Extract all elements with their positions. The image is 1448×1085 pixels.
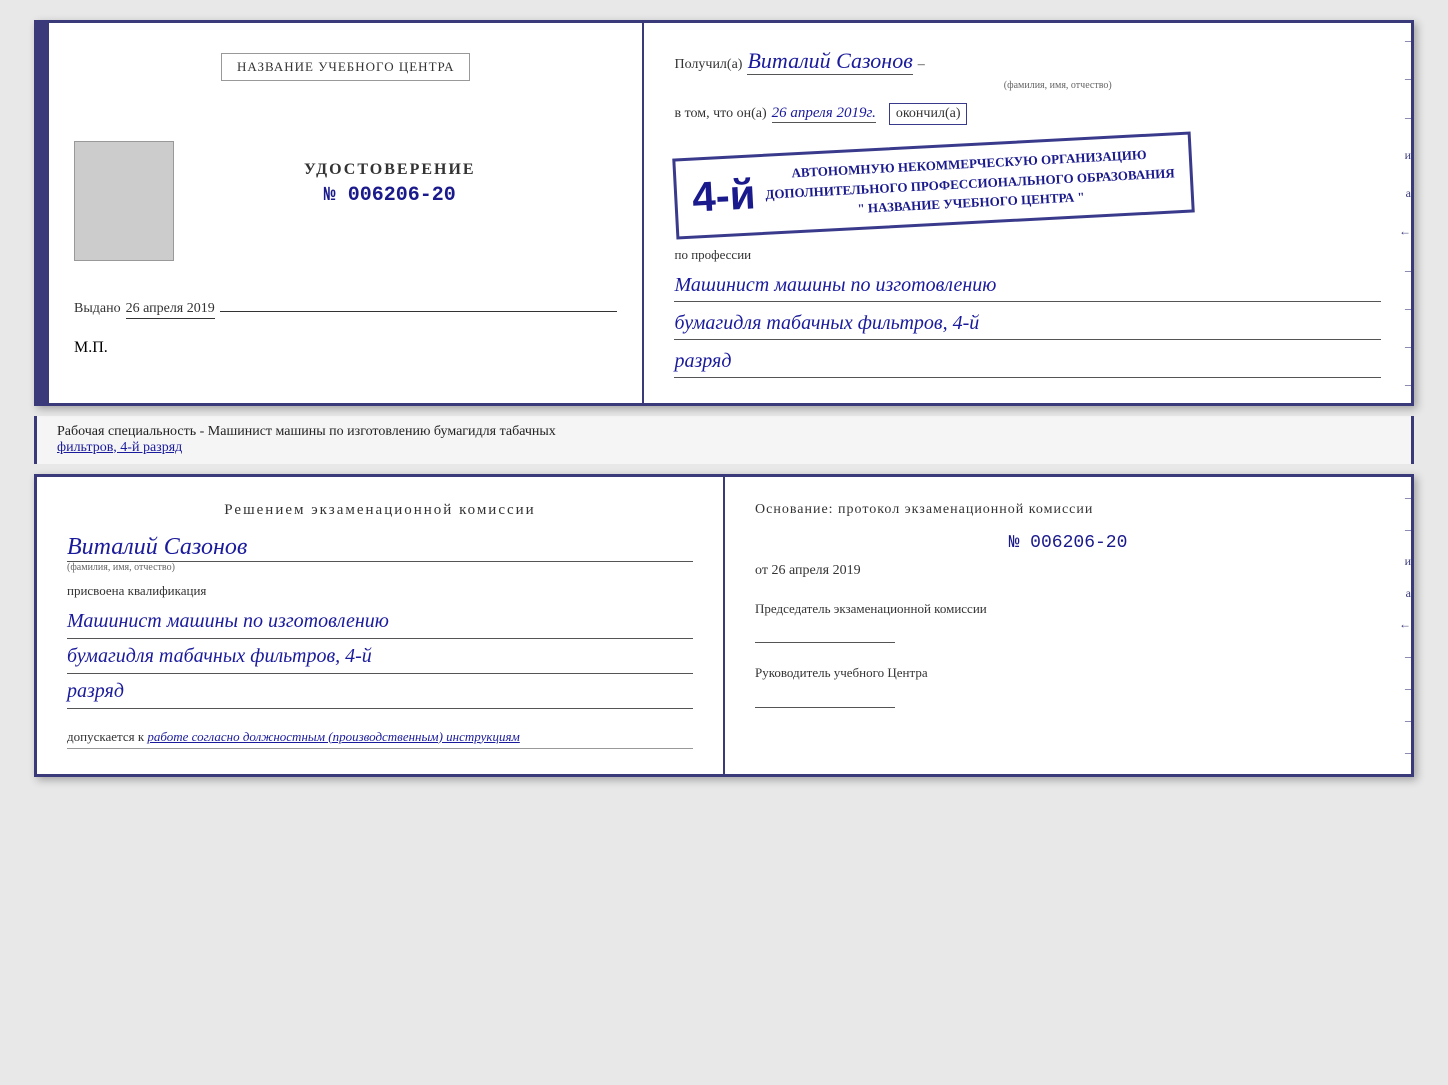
poluchil-line: Получил(а) Виталий Сазонов – bbox=[674, 48, 1381, 75]
ot-prefix: от bbox=[755, 563, 768, 578]
stamp-inner: 4-й АВТОНОМНУЮ НЕКОММЕРЧЕСКУЮ ОРГАНИЗАЦИ… bbox=[691, 143, 1176, 227]
prisvoena-label: присвоена квалификация bbox=[67, 583, 693, 599]
photo-placeholder bbox=[74, 141, 174, 261]
profession-prefix: по профессии bbox=[674, 246, 1381, 264]
info-text-prefix: Рабочая специальность - Машинист машины … bbox=[57, 424, 556, 439]
qualification-line2: бумагидля табачных фильтров, 4-й bbox=[67, 639, 693, 674]
stamp-text-block: АВТОНОМНУЮ НЕКОММЕРЧЕСКУЮ ОРГАНИЗАЦИЮ ДО… bbox=[764, 143, 1176, 223]
name-hint-bottom: (фамилия, имя, отчество) bbox=[67, 562, 693, 573]
mp-label: М.П. bbox=[74, 339, 617, 357]
dopuskaetsya-text: работе согласно должностным (производств… bbox=[147, 729, 519, 744]
dopuskaetsya-prefix: допускается к bbox=[67, 729, 144, 744]
book-spine-top bbox=[37, 23, 49, 403]
left-inner: НАЗВАНИЕ УЧЕБНОГО ЦЕНТРА УДОСТОВЕРЕНИЕ №… bbox=[74, 53, 617, 357]
resheniyem-title: Решением экзаменационной комиссии bbox=[67, 502, 693, 519]
stamp-box: 4-й АВТОНОМНУЮ НЕКОММЕРЧЕСКУЮ ОРГАНИЗАЦИ… bbox=[673, 131, 1195, 239]
predsedatel-label: Председатель экзаменационной комиссии bbox=[755, 599, 1381, 619]
okончил-label: окончил(а) bbox=[889, 103, 968, 125]
stamp-area: 4-й АВТОНОМНУЮ НЕКОММЕРЧЕСКУЮ ОРГАНИЗАЦИ… bbox=[674, 135, 1381, 236]
vydano-prefix: Выдано bbox=[74, 301, 121, 317]
rukovoditel-signature-line bbox=[755, 688, 895, 708]
top-certificate-book: НАЗВАНИЕ УЧЕБНОГО ЦЕНТРА УДОСТОВЕРЕНИЕ №… bbox=[34, 20, 1414, 406]
protocol-number-bottom: № 006206-20 bbox=[755, 533, 1381, 553]
poluchil-prefix: Получил(а) bbox=[674, 57, 742, 73]
stamp-number: 4-й bbox=[692, 171, 758, 222]
udostoverenie-label: УДОСТОВЕРЕНИЕ bbox=[304, 161, 476, 179]
org-name-label: НАЗВАНИЕ УЧЕБНОГО ЦЕНТРА bbox=[221, 53, 470, 81]
vydano-date: 26 апреля 2019 bbox=[126, 301, 215, 319]
recipient-name-top: Виталий Сазонов bbox=[747, 48, 912, 75]
vtom-prefix: в том, что он(а) bbox=[674, 106, 766, 122]
dopuskaetsya-block: допускается к работе согласно должностны… bbox=[67, 729, 693, 749]
top-book-left-page: НАЗВАНИЕ УЧЕБНОГО ЦЕНТРА УДОСТОВЕРЕНИЕ №… bbox=[49, 23, 644, 403]
profession-line2: бумагидля табачных фильтров, 4-й bbox=[674, 307, 1381, 340]
ot-date-bottom: от 26 апреля 2019 bbox=[755, 563, 1381, 579]
profession-line1: Машинист машины по изготовлению bbox=[674, 269, 1381, 302]
bottom-book-left-page: Решением экзаменационной комиссии Витали… bbox=[37, 477, 725, 774]
info-strip: Рабочая специальность - Машинист машины … bbox=[34, 416, 1414, 464]
vydano-line-bottom bbox=[220, 311, 618, 312]
rukovoditel-label: Руководитель учебного Центра bbox=[755, 663, 1381, 683]
ot-date-value: 26 апреля 2019 bbox=[771, 563, 860, 578]
name-block-bottom: Виталий Сазонов (фамилия, имя, отчество) bbox=[67, 534, 693, 573]
left-main-row: УДОСТОВЕРЕНИЕ № 006206-20 bbox=[74, 131, 617, 271]
rukovoditel-block: Руководитель учебного Центра bbox=[755, 663, 1381, 708]
osnovaniye-title: Основание: протокол экзаменационной коми… bbox=[755, 502, 1381, 518]
certificate-number-top: № 006206-20 bbox=[304, 184, 476, 207]
vydano-row: Выдано 26 апреля 2019 bbox=[74, 301, 617, 319]
bottom-certificate-book: Решением экзаменационной комиссии Витали… bbox=[34, 474, 1414, 777]
org-name-block: НАЗВАНИЕ УЧЕБНОГО ЦЕНТРА bbox=[74, 53, 617, 111]
predsedatel-block: Председатель экзаменационной комиссии bbox=[755, 599, 1381, 644]
bottom-book-right-page: Основание: протокол экзаменационной коми… bbox=[725, 477, 1411, 774]
qualification-line1: Машинист машины по изготовлению bbox=[67, 604, 693, 639]
info-text-underline: фильтров, 4-й разряд bbox=[57, 440, 182, 455]
udostoverenie-block: УДОСТОВЕРЕНИЕ № 006206-20 bbox=[304, 131, 476, 207]
vtom-date: 26 апреля 2019г. bbox=[772, 105, 876, 123]
right-side-decoration-bottom: – – и а ← – – – – bbox=[1393, 477, 1411, 774]
profession-line3: разряд bbox=[674, 345, 1381, 378]
predsedatel-signature-line bbox=[755, 623, 895, 643]
vtom-line: в том, что он(а) 26 апреля 2019г. окончи… bbox=[674, 103, 1381, 125]
recipient-name-bottom: Виталий Сазонов bbox=[67, 534, 693, 562]
qualification-line3: разряд bbox=[67, 674, 693, 709]
right-side-decoration-top: – – – и а ← – – – – bbox=[1393, 23, 1411, 403]
top-book-right-page: Получил(а) Виталий Сазонов – (фамилия, и… bbox=[644, 23, 1411, 403]
recipient-hint-top: (фамилия, имя, отчество) bbox=[674, 80, 1381, 91]
